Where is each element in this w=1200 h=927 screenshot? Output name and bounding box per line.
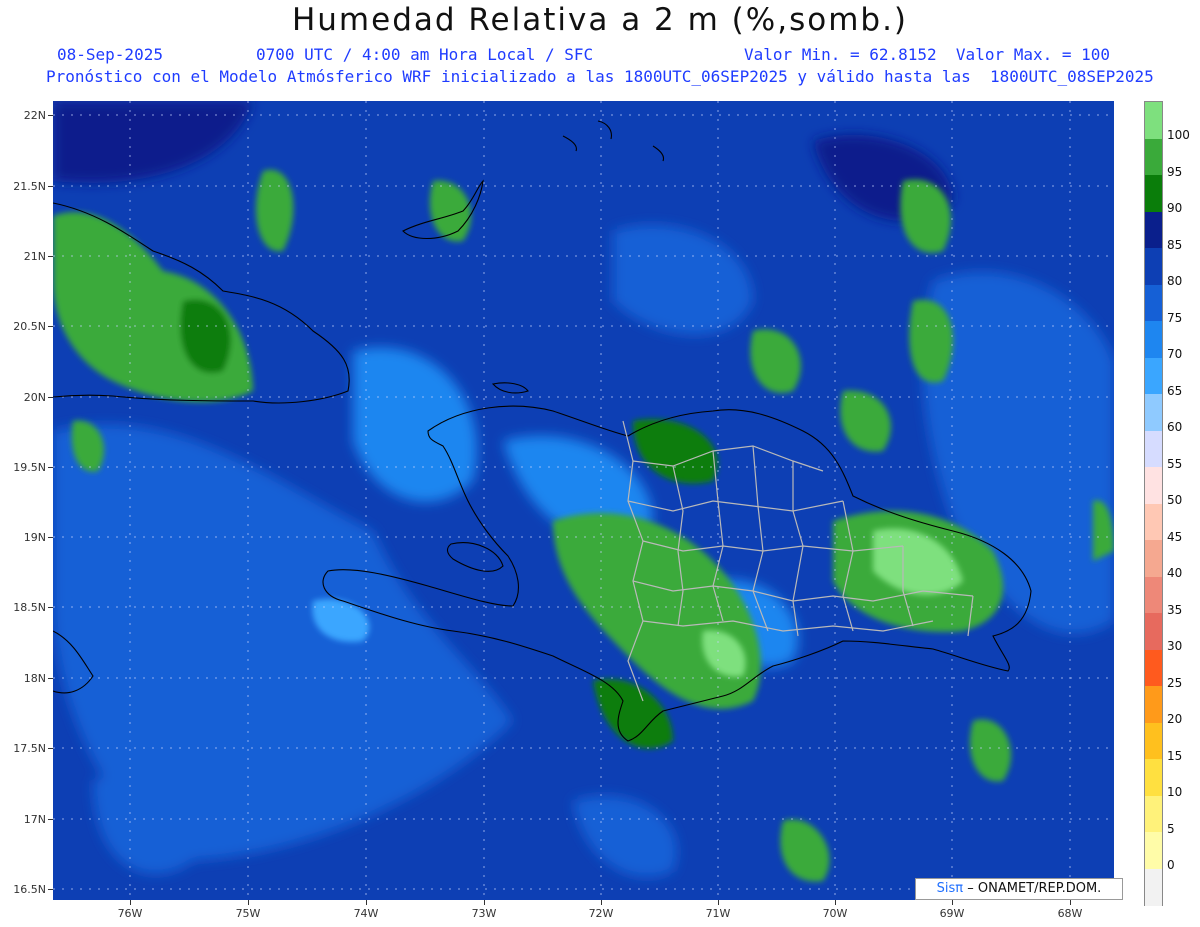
lat-tick [48,397,53,398]
lat-tick [48,326,53,327]
legend-swatch [1145,759,1162,796]
lat-label: 19.5N [13,461,46,474]
legend-label: 65 [1167,384,1183,398]
legend-label: 35 [1167,603,1183,617]
lat-label: 22N [23,109,46,122]
legend-swatch [1145,832,1162,869]
lon-label: 75W [235,907,261,920]
lat-label: 17.5N [13,742,46,755]
legend-label: 15 [1167,749,1183,763]
color-legend [1144,101,1163,906]
lon-tick [601,900,602,905]
lat-tick [48,186,53,187]
lat-tick [48,467,53,468]
legend-label: 95 [1167,165,1183,179]
legend-swatch [1145,722,1162,760]
legend-label: 40 [1167,566,1183,580]
lon-tick [1070,900,1071,905]
legend-swatch [1145,175,1162,212]
legend-label: 45 [1167,530,1183,544]
lat-tick [48,537,53,538]
legend-swatch [1145,430,1162,468]
lat-label: 18.5N [13,601,46,614]
legend-swatch [1145,503,1162,541]
legend-swatch [1145,540,1162,577]
lat-label: 21N [23,250,46,263]
forecast-time: 0700 UTC / 4:00 am Hora Local / SFC [256,45,594,64]
lon-tick [952,900,953,905]
legend-label: 10 [1167,785,1183,799]
model-info: Pronóstico con el Modelo Atmósferico WRF… [46,67,1154,86]
legend-label: 85 [1167,238,1183,252]
credit-text: – ONAMET/REP.DOM. [967,881,1102,896]
legend-swatch [1145,576,1162,614]
legend-label: 50 [1167,493,1183,507]
legend-swatch [1145,613,1162,650]
lon-tick [835,900,836,905]
map-title: Humedad Relativa a 2 m (%,somb.) [291,2,909,38]
legend-label: 100 [1167,128,1190,142]
legend-swatch [1145,284,1162,322]
lon-tick [718,900,719,905]
legend-label: 75 [1167,311,1183,325]
lon-label: 73W [471,907,497,920]
lat-tick [48,115,53,116]
legend-label: 25 [1167,676,1183,690]
legend-label: 5 [1167,822,1175,836]
legend-swatch [1145,248,1162,285]
legend-swatch [1145,868,1162,906]
legend-label: 55 [1167,457,1183,471]
legend-label: 90 [1167,201,1183,215]
lat-tick [48,748,53,749]
legend-label: 0 [1167,858,1175,872]
lon-tick [484,900,485,905]
legend-swatch [1145,467,1162,504]
legend-swatch [1145,394,1162,431]
lat-tick [48,607,53,608]
credit-box: Sisπ – ONAMET/REP.DOM. [915,878,1123,900]
legend-label: 70 [1167,347,1183,361]
legend-label: 30 [1167,639,1183,653]
lat-label: 19N [23,531,46,544]
legend-swatch [1145,211,1162,249]
lat-tick [48,256,53,257]
legend-swatch [1145,686,1162,723]
legend-swatch [1145,138,1162,176]
lat-tick [48,819,53,820]
lat-label: 20N [23,391,46,404]
legend-swatch [1145,649,1162,687]
lon-label: 72W [588,907,614,920]
lon-tick [366,900,367,905]
lat-label: 16.5N [13,883,46,896]
lat-label: 21.5N [13,180,46,193]
lon-tick [130,900,131,905]
legend-swatch [1145,102,1162,139]
lon-label: 76W [117,907,143,920]
value-range: Valor Min. = 62.8152 Valor Max. = 100 [744,45,1111,64]
legend-swatch [1145,357,1162,395]
lat-label: 18N [23,672,46,685]
legend-label: 60 [1167,420,1183,434]
lon-label: 70W [822,907,848,920]
lon-label: 69W [939,907,965,920]
lat-label: 17N [23,813,46,826]
lon-label: 68W [1057,907,1083,920]
lat-label: 20.5N [13,320,46,333]
legend-label: 20 [1167,712,1183,726]
lon-label: 71W [705,907,731,920]
lon-tick [248,900,249,905]
forecast-date: 08-Sep-2025 [57,45,163,64]
legend-swatch [1145,795,1162,833]
sispi-logo: Sisπ [936,881,964,896]
lat-tick [48,678,53,679]
lon-label: 74W [353,907,379,920]
lat-tick [48,889,53,890]
legend-label: 80 [1167,274,1183,288]
legend-swatch [1145,321,1162,358]
humidity-map [53,101,1114,900]
